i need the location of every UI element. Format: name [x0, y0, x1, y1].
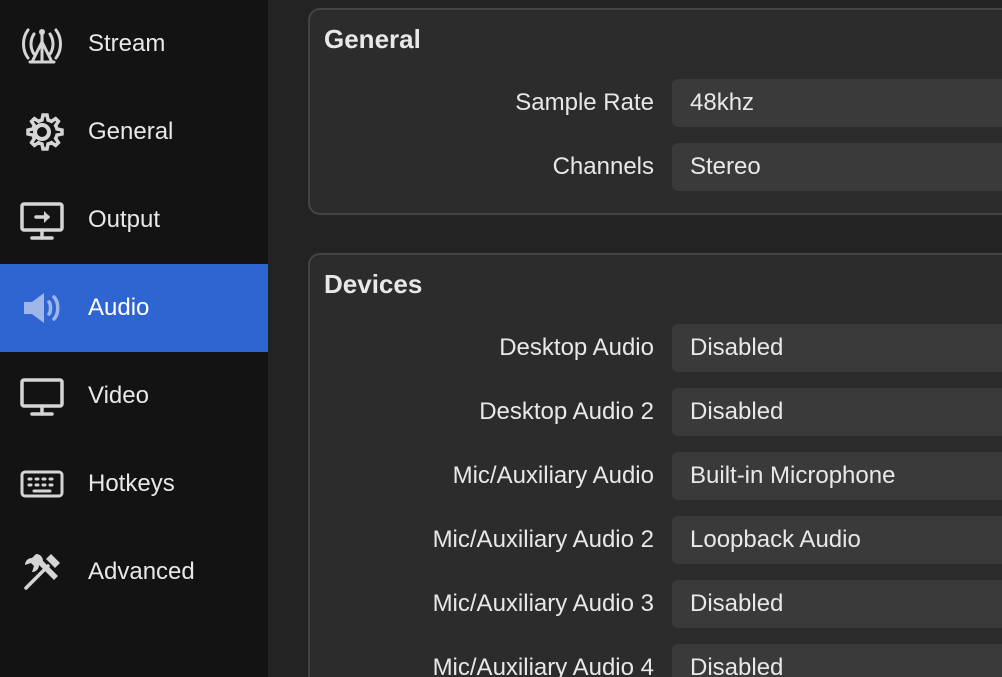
setting-row: Mic/Auxiliary Audio 3 Disabled	[310, 572, 1002, 636]
mic-aux-audio-3-select[interactable]: Disabled	[672, 580, 1002, 628]
sidebar-item-general[interactable]: General	[0, 88, 268, 176]
sidebar-item-audio[interactable]: Audio	[0, 264, 268, 352]
desktop-audio-select[interactable]: Disabled	[672, 324, 1002, 372]
sidebar-item-hotkeys[interactable]: Hotkeys	[0, 440, 268, 528]
setting-label: Mic/Auxiliary Audio 2	[310, 526, 672, 554]
setting-label: Desktop Audio	[310, 334, 672, 362]
setting-row: Mic/Auxiliary Audio Built-in Microphone	[310, 444, 1002, 508]
setting-label: Sample Rate	[310, 89, 672, 117]
gear-icon	[14, 104, 70, 160]
panel-devices: Devices Desktop Audio Disabled Desktop A…	[308, 253, 1002, 677]
setting-row: Mic/Auxiliary Audio 2 Loopback Audio	[310, 508, 1002, 572]
sidebar-item-label: Video	[88, 382, 149, 410]
sidebar-item-video[interactable]: Video	[0, 352, 268, 440]
setting-label: Desktop Audio 2	[310, 398, 672, 426]
setting-row: Channels Stereo	[310, 135, 1002, 199]
setting-value: Disabled	[690, 334, 783, 362]
keyboard-icon	[14, 456, 70, 512]
panel-general: General Sample Rate 48khz Channels Stere…	[308, 8, 1002, 215]
sidebar-item-output[interactable]: Output	[0, 176, 268, 264]
sidebar-item-advanced[interactable]: Advanced	[0, 528, 268, 616]
channels-select[interactable]: Stereo	[672, 143, 1002, 191]
settings-sidebar: Stream General Output	[0, 0, 268, 677]
panel-title: General	[310, 24, 1002, 55]
sidebar-item-label: Hotkeys	[88, 470, 175, 498]
mic-aux-audio-2-select[interactable]: Loopback Audio	[672, 516, 1002, 564]
tools-icon	[14, 544, 70, 600]
mic-aux-audio-4-select[interactable]: Disabled	[672, 644, 1002, 677]
setting-value: Disabled	[690, 590, 783, 618]
sidebar-item-label: Stream	[88, 30, 165, 58]
monitor-icon	[14, 368, 70, 424]
desktop-audio-2-select[interactable]: Disabled	[672, 388, 1002, 436]
sidebar-item-label: Advanced	[88, 558, 195, 586]
settings-main: General Sample Rate 48khz Channels Stere…	[268, 0, 1002, 677]
setting-label: Mic/Auxiliary Audio 3	[310, 590, 672, 618]
mic-aux-audio-select[interactable]: Built-in Microphone	[672, 452, 1002, 500]
app-root: Stream General Output	[0, 0, 1002, 677]
setting-value: Disabled	[690, 654, 783, 677]
setting-value: Stereo	[690, 153, 761, 181]
sample-rate-select[interactable]: 48khz	[672, 79, 1002, 127]
panel-title: Devices	[310, 269, 1002, 300]
setting-label: Mic/Auxiliary Audio 4	[310, 654, 672, 677]
sidebar-item-label: Output	[88, 206, 160, 234]
output-icon	[14, 192, 70, 248]
setting-row: Desktop Audio 2 Disabled	[310, 380, 1002, 444]
sidebar-item-stream[interactable]: Stream	[0, 0, 268, 88]
setting-row: Sample Rate 48khz	[310, 71, 1002, 135]
setting-value: Built-in Microphone	[690, 462, 895, 490]
setting-label: Channels	[310, 153, 672, 181]
sidebar-item-label: Audio	[88, 294, 149, 322]
setting-label: Mic/Auxiliary Audio	[310, 462, 672, 490]
setting-value: Loopback Audio	[690, 526, 861, 554]
sidebar-item-label: General	[88, 118, 173, 146]
speaker-icon	[14, 280, 70, 336]
antenna-icon	[14, 16, 70, 72]
setting-value: 48khz	[690, 89, 754, 117]
setting-row: Mic/Auxiliary Audio 4 Disabled	[310, 636, 1002, 677]
setting-row: Desktop Audio Disabled	[310, 316, 1002, 380]
setting-value: Disabled	[690, 398, 783, 426]
